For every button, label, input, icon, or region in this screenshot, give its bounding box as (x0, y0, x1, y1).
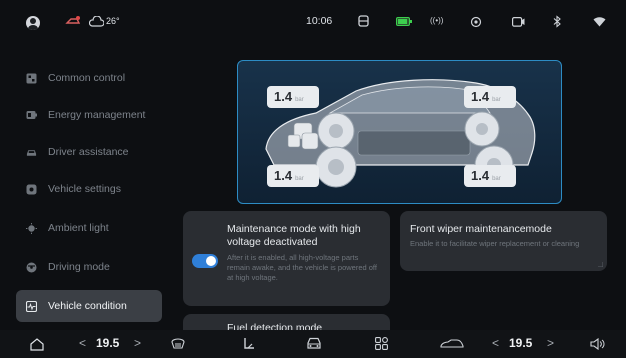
camera-icon (512, 17, 525, 27)
clock: 10:06 (306, 15, 333, 27)
sidebar-item-label: Driver assistance (48, 146, 129, 158)
sidebar-item-ambient-light[interactable]: Ambient light (16, 212, 162, 244)
sidebar-item-label: Vehicle settings (48, 183, 121, 195)
front-wiper-card[interactable]: Front wiper maintenancemode Enable it to… (400, 211, 607, 271)
maintenance-mode-description: After it is enabled, all high-voltage pa… (227, 253, 377, 282)
tire-pressure-rear-left: 1.4 bar (267, 165, 319, 187)
passenger-temp-increase-button[interactable]: > (547, 336, 554, 350)
bluetooth-icon[interactable] (553, 15, 562, 28)
tire-pressure-value: 1.4 (274, 168, 293, 183)
sidebar-item-common-control[interactable]: Common control (16, 62, 162, 94)
tire-pressure-value: 1.4 (471, 89, 490, 104)
user-avatar-icon[interactable] (26, 16, 40, 30)
seat-heating-icon[interactable] (243, 337, 255, 351)
driver-temp-increase-button[interactable]: > (134, 336, 141, 350)
tire-pressure-warning-icon: ((•)) (430, 16, 444, 25)
sidebar-item-vehicle-condition[interactable]: Vehicle condition (16, 290, 162, 322)
maintenance-mode-card[interactable]: Maintenance mode with high voltage deact… (183, 211, 390, 306)
grid-icon (26, 73, 37, 84)
driver-temp-value: 19.5 (96, 336, 120, 350)
car-front-icon[interactable] (306, 337, 322, 350)
chevron-corner-icon (598, 262, 603, 267)
home-icon[interactable] (30, 338, 44, 351)
steering-icon (26, 262, 37, 273)
maintenance-mode-toggle[interactable] (192, 254, 218, 268)
tire-pressure-unit: bar (295, 97, 304, 103)
sidebar-item-label: Ambient light (48, 222, 109, 234)
tire-pressure-panel: 1.4 bar 1.4 bar 1.4 bar 1.4 bar (237, 60, 562, 204)
tire-pressure-value: 1.4 (471, 168, 490, 183)
target-icon (470, 16, 482, 28)
seat-icon[interactable] (358, 15, 369, 27)
car-side-icon[interactable] (440, 339, 464, 349)
tire-pressure-unit: bar (295, 176, 304, 182)
cloud-icon (89, 16, 104, 27)
passenger-temp-decrease-button[interactable]: < (492, 336, 499, 350)
pulse-icon (26, 300, 37, 312)
sidebar-item-label: Common control (48, 72, 126, 84)
wifi-icon[interactable] (593, 16, 606, 27)
sidebar-item-label: Vehicle condition (48, 300, 127, 312)
tire-pressure-rear-right: 1.4 bar (464, 165, 516, 187)
tire-pressure-front-left: 1.4 bar (267, 86, 319, 108)
driver-temp-decrease-button[interactable]: < (79, 336, 86, 350)
sidebar-item-label: Driving mode (48, 261, 110, 273)
tire-pressure-value: 1.4 (274, 89, 293, 104)
sidebar-item-label: Energy management (48, 109, 146, 121)
maintenance-mode-title: Maintenance mode with high voltage deact… (227, 223, 361, 248)
bulb-icon (26, 222, 37, 234)
front-wiper-title: Front wiper maintenancemode (410, 223, 552, 235)
gear-icon (26, 184, 37, 195)
tire-pressure-unit: bar (492, 97, 501, 103)
tire-pressure-unit: bar (492, 176, 501, 182)
weather-temp: 26° (106, 16, 120, 26)
volume-icon[interactable] (590, 338, 605, 350)
battery-icon (396, 17, 412, 26)
car-icon (26, 147, 37, 158)
apps-grid-icon[interactable] (375, 337, 388, 350)
tire-pressure-front-right: 1.4 bar (464, 86, 516, 108)
sidebar-item-driver-assistance[interactable]: Driver assistance (16, 136, 162, 168)
status-bar: 26° 10:06 ((•)) (0, 0, 626, 44)
notification-icon[interactable] (65, 15, 81, 29)
rear-defrost-icon[interactable] (171, 338, 185, 350)
sidebar-item-driving-mode[interactable]: Driving mode (16, 251, 162, 283)
sidebar-item-vehicle-settings[interactable]: Vehicle settings (16, 173, 162, 205)
battery-icon (26, 110, 37, 121)
bottom-climate-bar: < 19.5 > < 19.5 > (0, 330, 626, 358)
passenger-temp-value: 19.5 (509, 336, 533, 350)
sidebar-item-energy-management[interactable]: Energy management (16, 99, 162, 131)
front-wiper-description: Enable it to facilitate wiper replacemen… (410, 239, 580, 248)
